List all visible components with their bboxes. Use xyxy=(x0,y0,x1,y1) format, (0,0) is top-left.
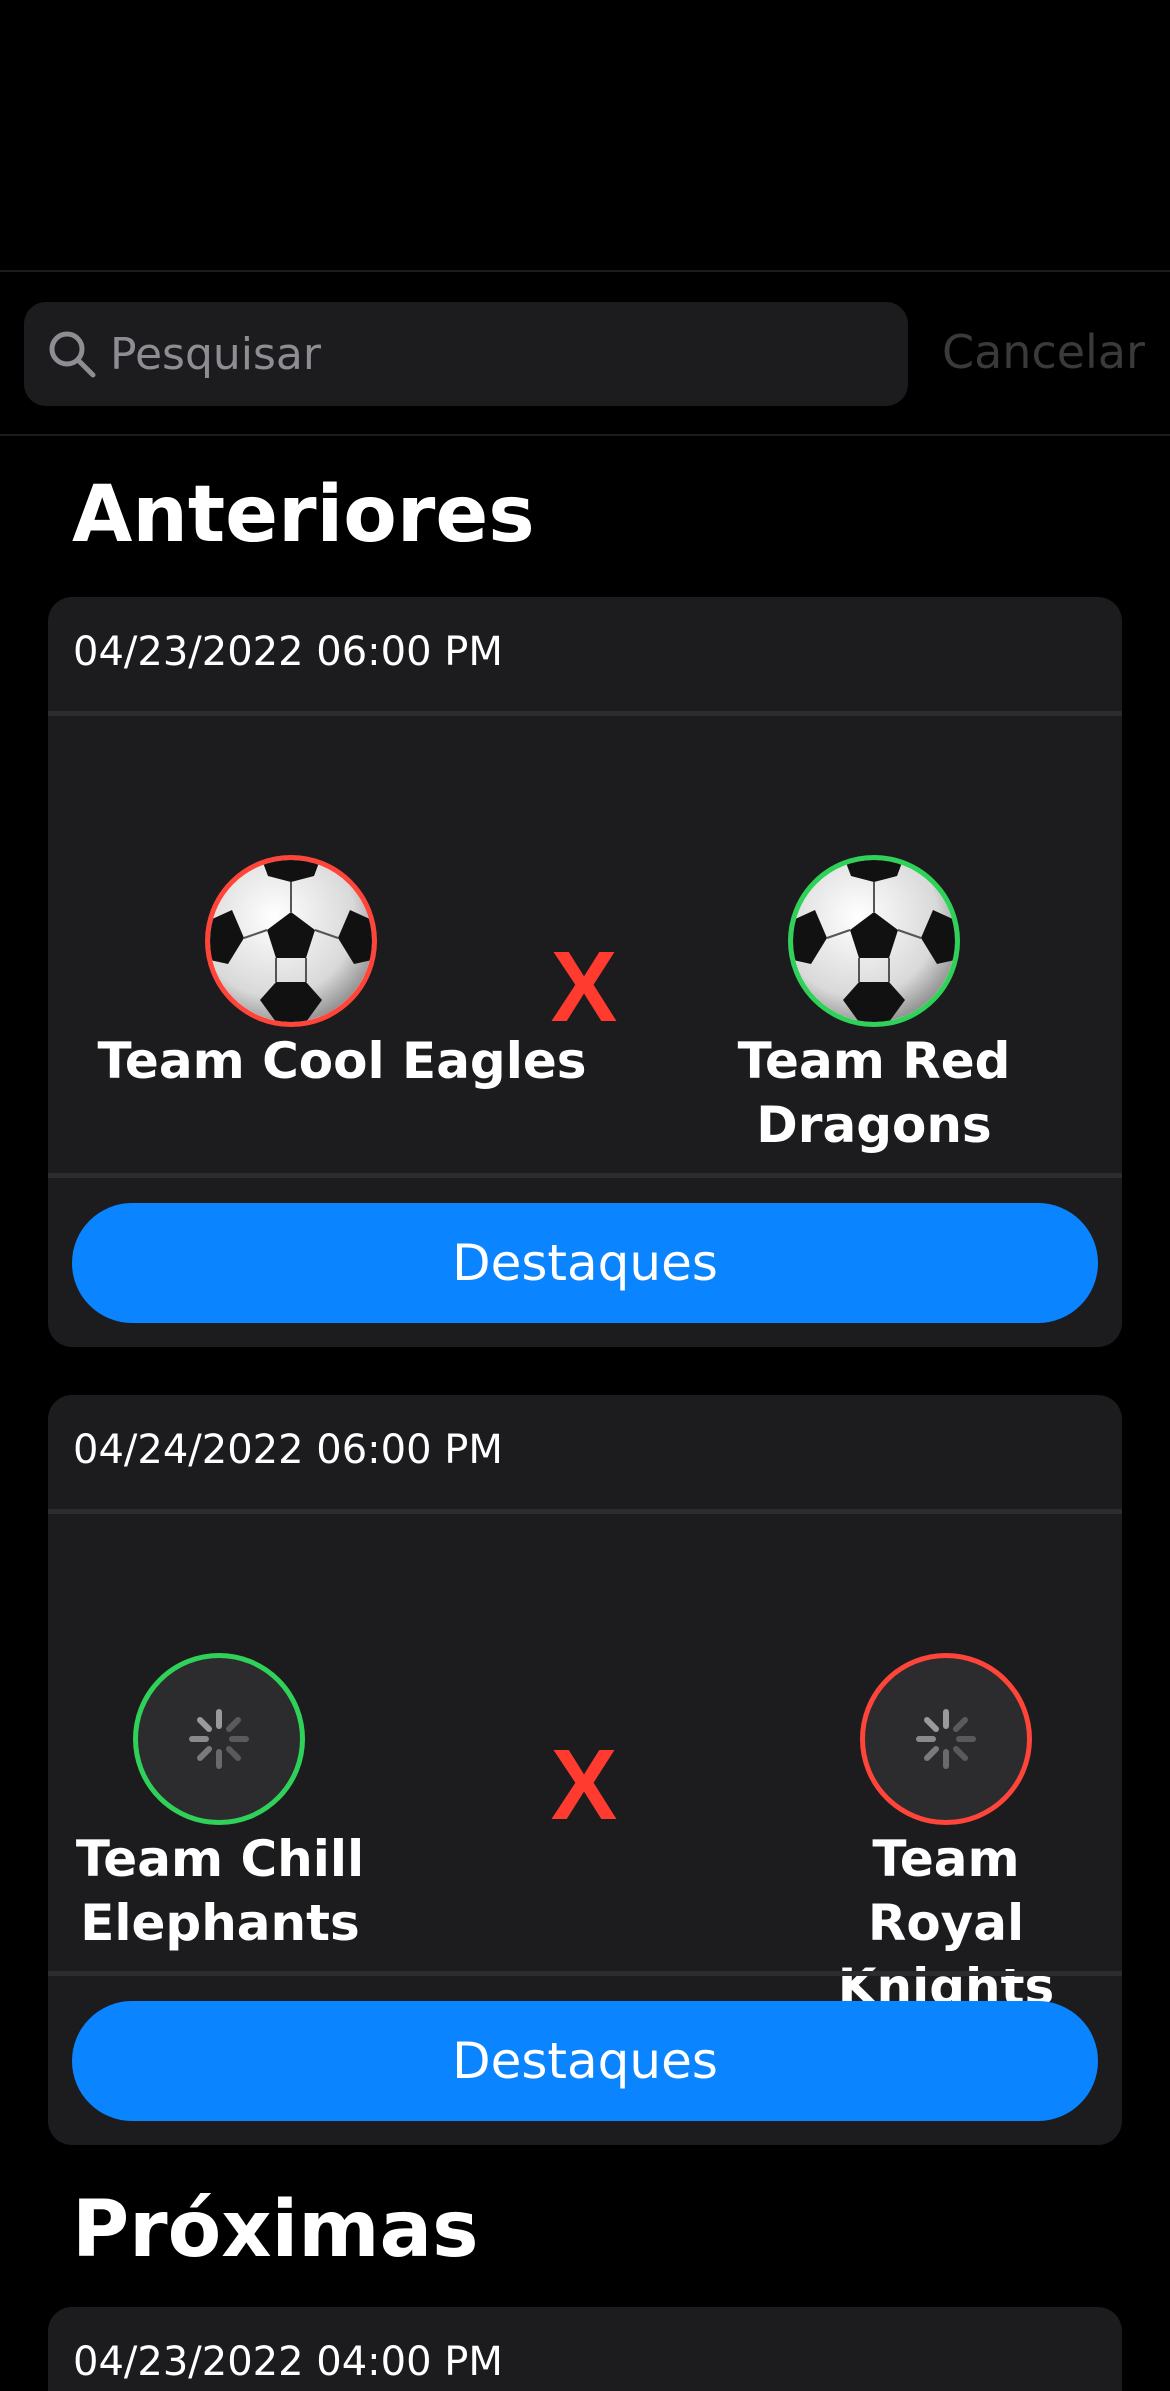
search-icon xyxy=(49,331,96,378)
team-logo-away xyxy=(788,855,960,1027)
loading-spinner-icon xyxy=(189,1709,249,1769)
divider xyxy=(48,1971,1122,1976)
cancel-button[interactable]: Cancelar xyxy=(942,320,1145,384)
top-bar xyxy=(0,0,1170,272)
match-date: 04/24/2022 06:00 PM xyxy=(73,1427,503,1473)
section-title-upcoming: Próximas xyxy=(72,2185,479,2275)
versus-mark: X xyxy=(550,1729,618,1841)
team-logo-home xyxy=(205,855,377,1027)
team-name-home: Team Cool Eagles xyxy=(97,1032,587,1090)
search-field[interactable] xyxy=(24,302,908,406)
search-bar: Cancelar xyxy=(0,272,1170,436)
soccer-ball-icon xyxy=(210,860,372,1022)
highlights-button[interactable]: Destaques xyxy=(72,1203,1098,1323)
screen: Cancelar Anteriores 04/23/2022 06:00 PM xyxy=(0,0,1170,2391)
team-name-away: Team Red Dragons xyxy=(737,1032,1011,1154)
divider xyxy=(48,1173,1122,1178)
search-input[interactable] xyxy=(110,302,890,406)
highlights-button[interactable]: Destaques xyxy=(72,2001,1098,2121)
team-logo-home xyxy=(133,1653,305,1825)
loading-spinner-icon xyxy=(916,1709,976,1769)
match-date: 04/23/2022 06:00 PM xyxy=(73,629,503,675)
section-title-past: Anteriores xyxy=(72,470,535,560)
team-name-home: Team Chill Elephants xyxy=(75,1830,365,1952)
divider xyxy=(48,711,1122,716)
team-name-away: Team Royal Knights xyxy=(837,1830,1055,2016)
divider xyxy=(48,1509,1122,1514)
versus-mark: X xyxy=(550,931,618,1043)
team-logo-away xyxy=(860,1653,1032,1825)
match-date: 04/23/2022 04:00 PM xyxy=(73,2339,503,2385)
match-card: 04/23/2022 06:00 PM Team Cool Eagles X T… xyxy=(48,597,1122,1347)
soccer-ball-icon xyxy=(793,860,955,1022)
match-card: 04/23/2022 04:00 PM xyxy=(48,2307,1122,2391)
match-card: 04/24/2022 06:00 PM Team Chill Elephants… xyxy=(48,1395,1122,2145)
